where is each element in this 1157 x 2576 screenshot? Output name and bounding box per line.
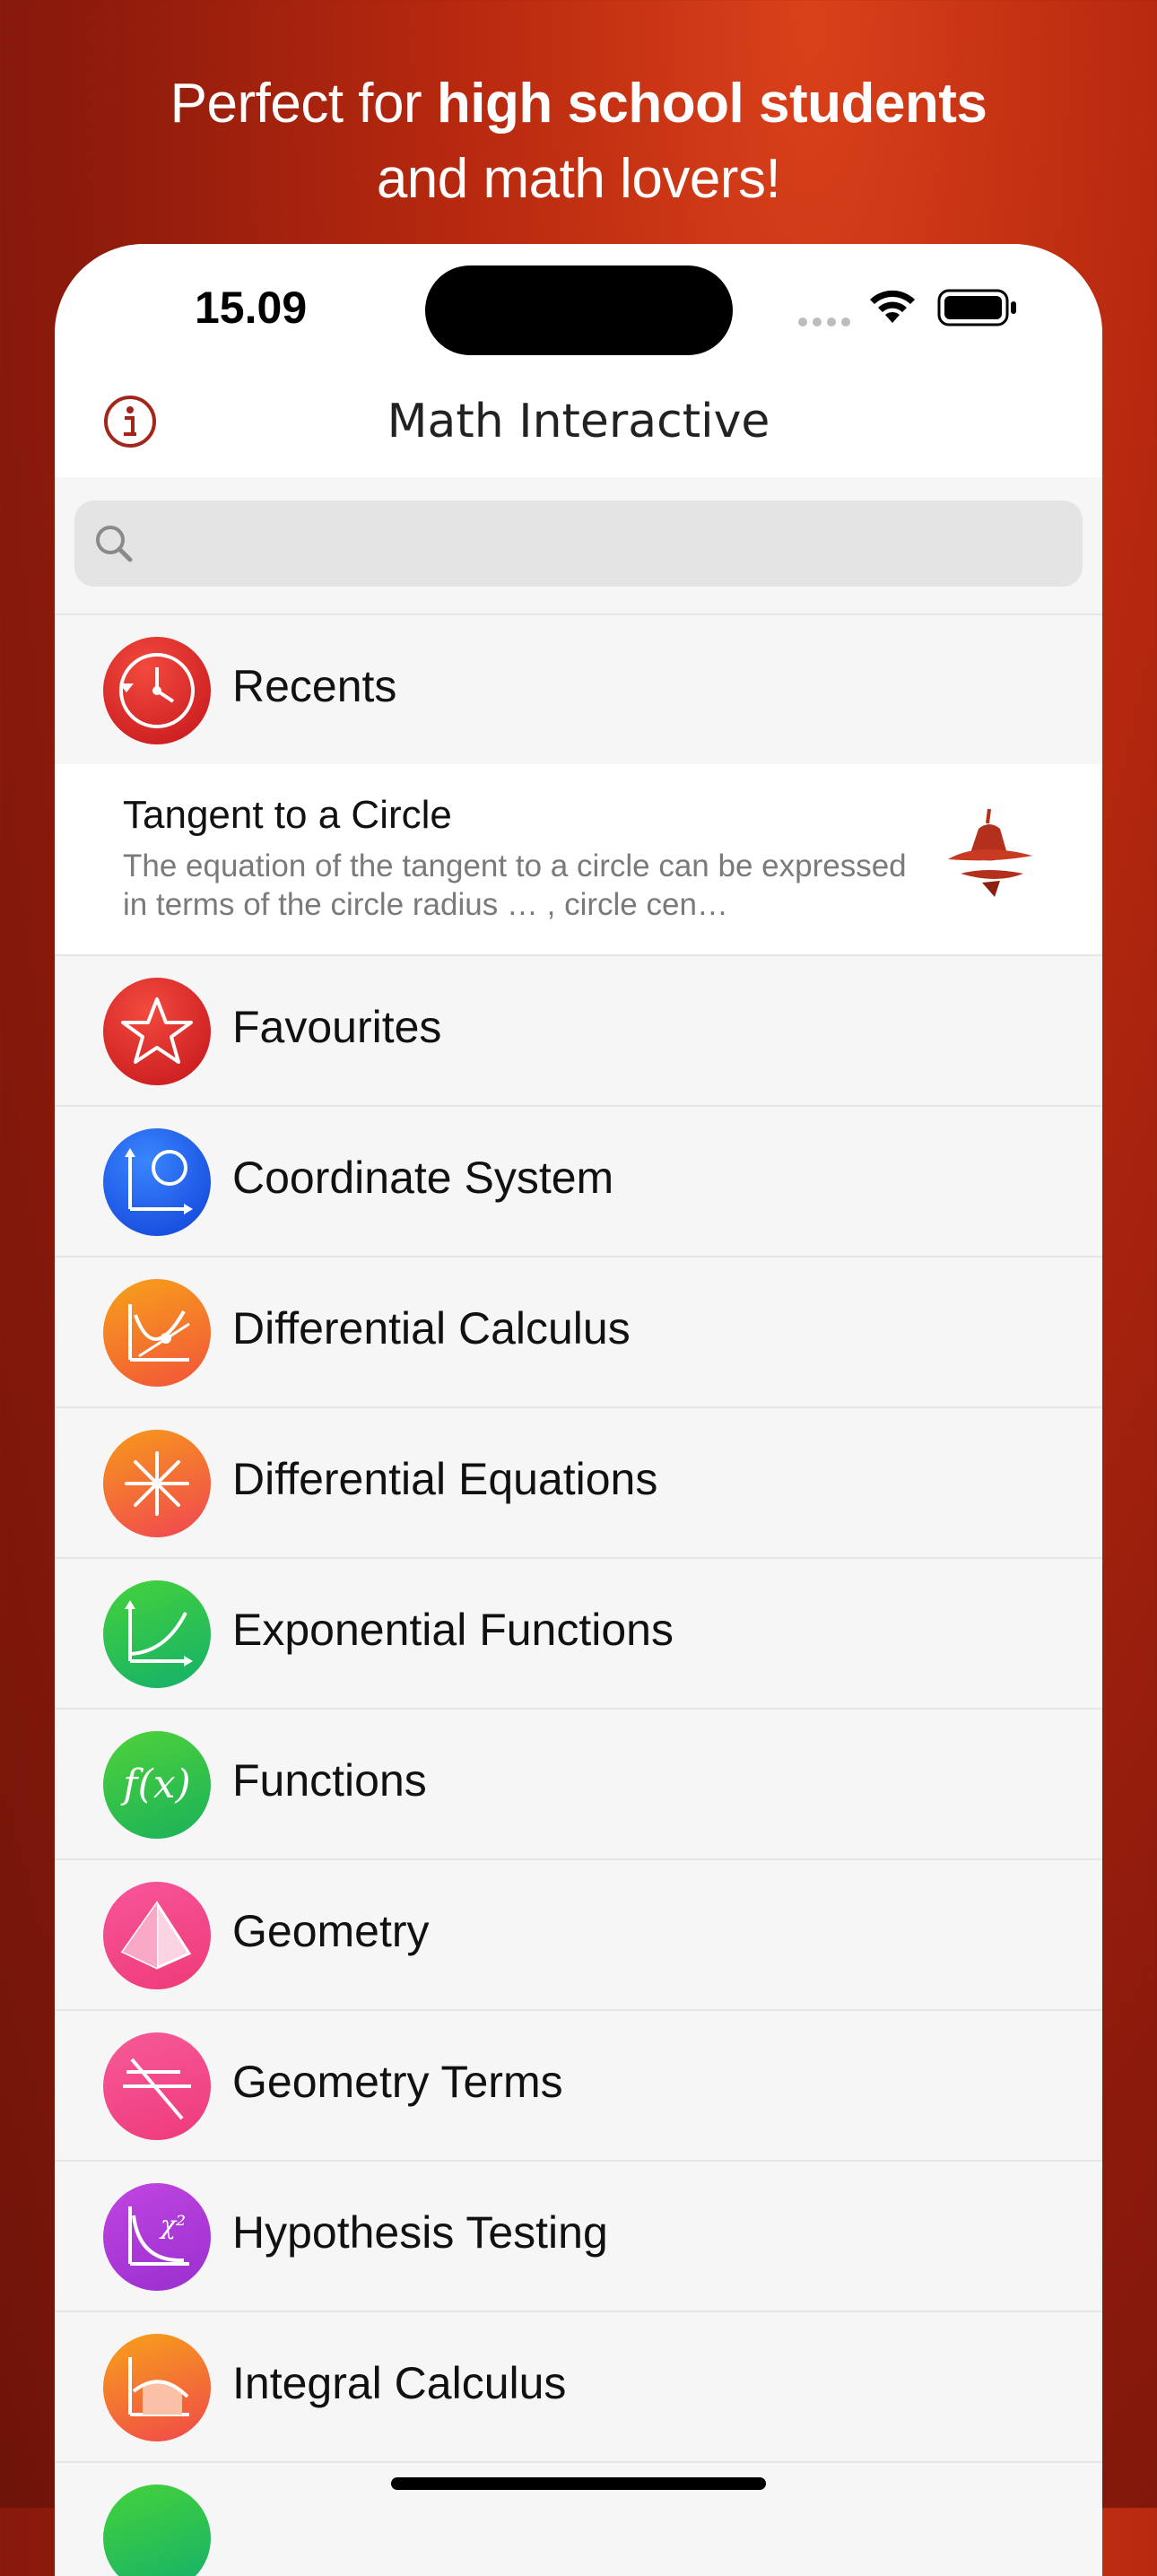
status-bar: 15.09 xyxy=(55,244,1102,370)
category-integral-calculus[interactable]: Integral Calculus xyxy=(55,2311,1102,2461)
category-geometry[interactable]: Geometry xyxy=(55,1858,1102,2009)
chi-square-icon: χ² xyxy=(103,2183,211,2291)
phone-screen: 15.09 Math Interactive Recents Tangent t… xyxy=(55,244,1102,2576)
category-label: Functions xyxy=(232,1755,427,1806)
category-label: Differential Equations xyxy=(232,1454,658,1504)
next-category-icon xyxy=(103,2485,211,2576)
fx-icon: f(x) xyxy=(103,1731,211,1839)
integral-icon xyxy=(103,2334,211,2441)
svg-text:f(x): f(x) xyxy=(120,1762,190,1807)
category-label: Differential Calculus xyxy=(232,1303,631,1353)
category-differential-equations[interactable]: Differential Equations xyxy=(55,1406,1102,1557)
battery-icon xyxy=(937,289,1016,326)
category-exponential-functions[interactable]: Exponential Functions xyxy=(55,1557,1102,1708)
promo-headline: Perfect for high school students and mat… xyxy=(0,66,1157,217)
wifi-icon xyxy=(870,290,915,323)
coordinate-icon xyxy=(103,1128,211,1236)
home-indicator[interactable] xyxy=(391,2477,766,2490)
category-label: Geometry Terms xyxy=(232,2057,563,2107)
lines-icon xyxy=(103,2032,211,2140)
search-input[interactable] xyxy=(155,500,1056,588)
exponential-icon xyxy=(103,1580,211,1688)
page-title: Math Interactive xyxy=(387,395,770,448)
category-favourites[interactable]: Favourites xyxy=(55,954,1102,1105)
vector-field-icon xyxy=(103,1430,211,1537)
category-label: Hypothesis Testing xyxy=(232,2207,608,2258)
recent-item-title: Tangent to a Circle xyxy=(123,793,452,837)
category-differential-calculus[interactable]: Differential Calculus xyxy=(55,1256,1102,1406)
promo-line1-prefix: Perfect for xyxy=(170,73,437,135)
clock-icon xyxy=(103,637,211,744)
section-recents-label: Recents xyxy=(232,661,397,711)
section-recents[interactable]: Recents xyxy=(55,614,1102,764)
derivative-icon xyxy=(103,1279,211,1387)
category-label: Favourites xyxy=(232,1002,442,1052)
search-bar[interactable] xyxy=(74,500,1083,588)
recent-item[interactable]: Tangent to a Circle The equation of the … xyxy=(55,764,1102,954)
category-hypothesis-testing[interactable]: χ² Hypothesis Testing xyxy=(55,2160,1102,2311)
star-icon xyxy=(103,978,211,1085)
promo-line2: and math lovers! xyxy=(376,148,781,210)
search-icon xyxy=(96,526,133,562)
category-label: Geometry xyxy=(232,1906,430,1956)
category-geometry-terms[interactable]: Geometry Terms xyxy=(55,2009,1102,2160)
cellular-signal-icon xyxy=(798,318,850,326)
promo-line1-bold: high school students xyxy=(436,73,987,135)
spinning-top-icon xyxy=(948,808,1032,897)
svg-text:χ²: χ² xyxy=(159,2210,186,2240)
pyramid-icon xyxy=(103,1882,211,1989)
dynamic-island xyxy=(425,265,733,355)
category-label: Coordinate System xyxy=(232,1153,614,1203)
category-label: Exponential Functions xyxy=(232,1605,674,1655)
recent-item-description: The equation of the tangent to a circle … xyxy=(123,849,907,922)
category-label: Integral Calculus xyxy=(232,2358,567,2408)
category-coordinate-system[interactable]: Coordinate System xyxy=(55,1105,1102,1256)
status-time: 15.09 xyxy=(195,283,308,333)
navigation-bar: Math Interactive xyxy=(55,370,1102,477)
category-functions[interactable]: f(x) Functions xyxy=(55,1708,1102,1858)
